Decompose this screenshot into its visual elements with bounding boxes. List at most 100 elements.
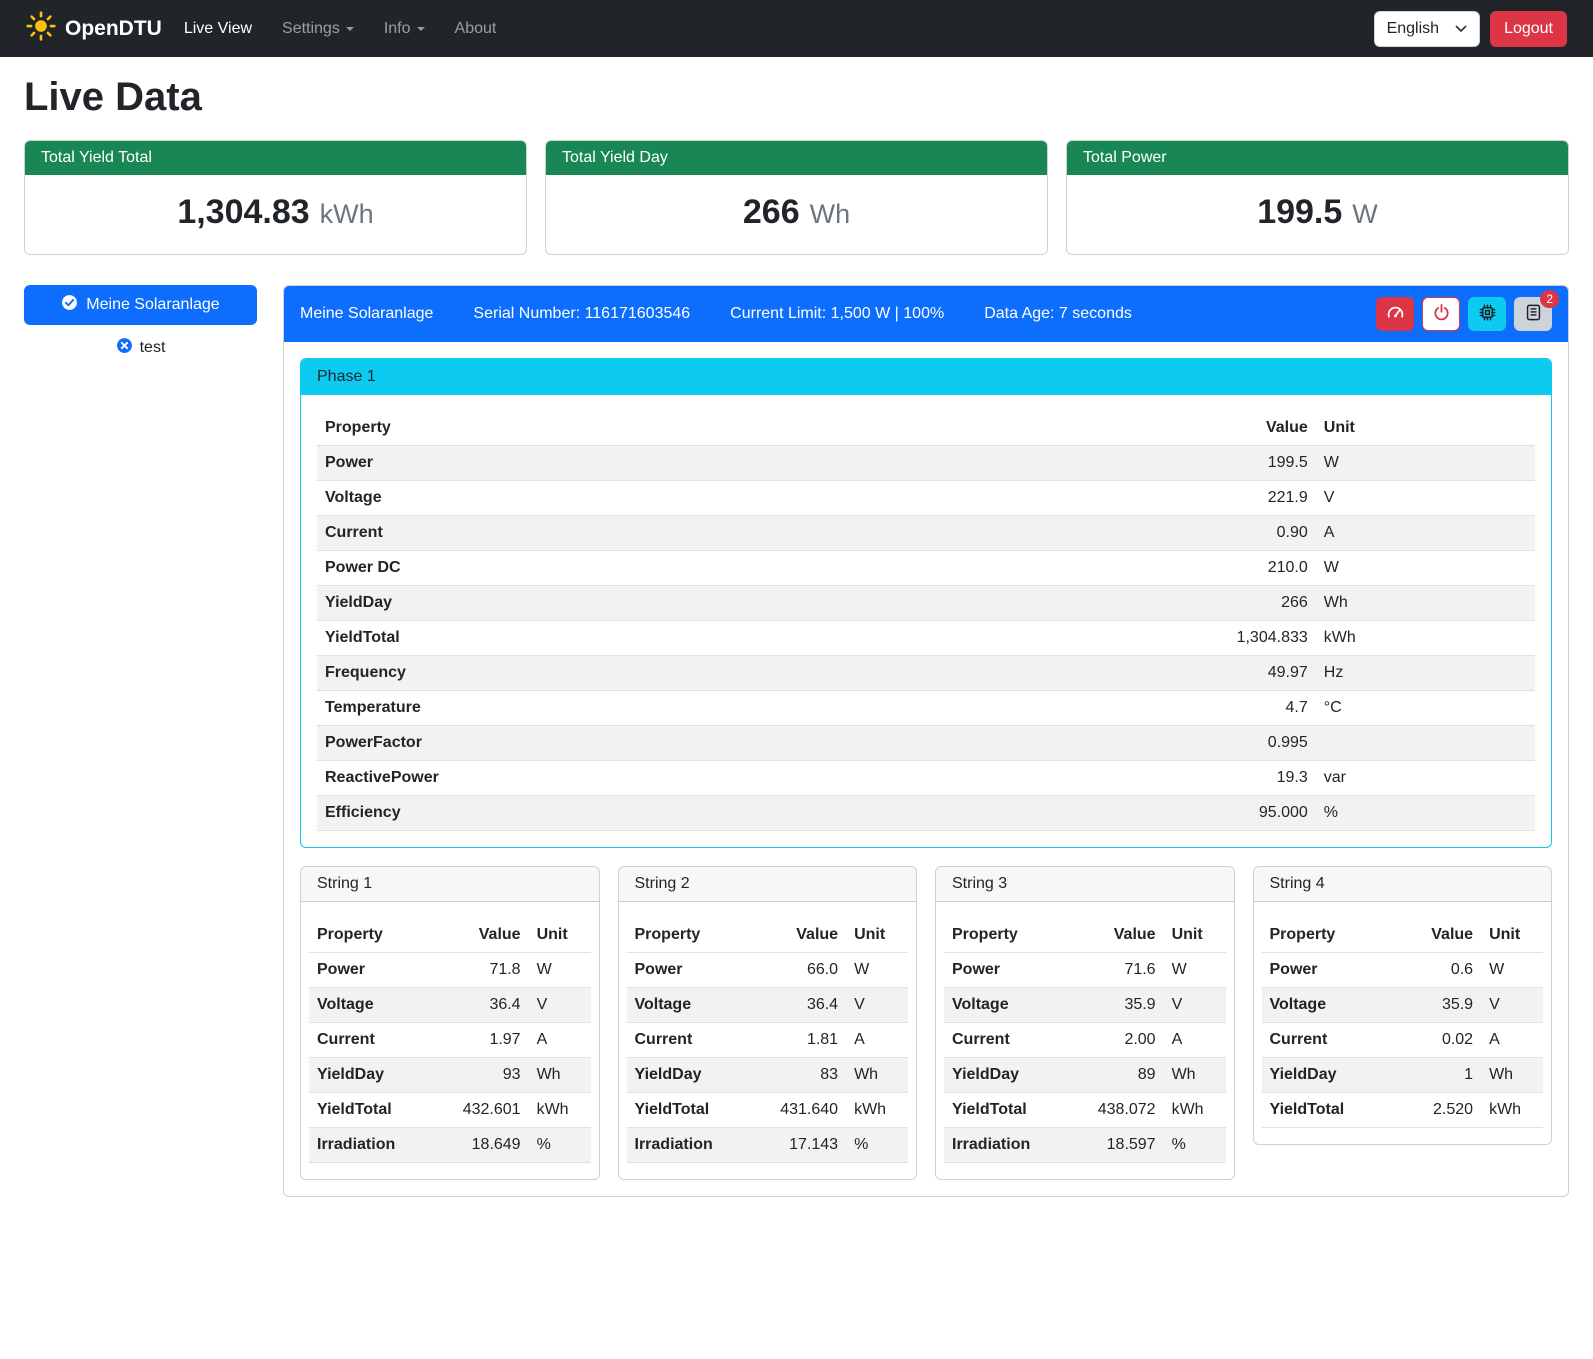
table-row: Efficiency95.000% (317, 796, 1535, 831)
property-cell: Efficiency (317, 796, 1133, 831)
value-cell: 1,304.833 (1133, 621, 1316, 656)
table-row: Current0.90A (317, 516, 1535, 551)
table-row: YieldTotal1,304.833kWh (317, 621, 1535, 656)
unit-cell: % (529, 1128, 591, 1163)
column-header-value: Value (1079, 918, 1163, 953)
property-cell: Current (1262, 1023, 1397, 1058)
sidebar-item-test[interactable]: test (116, 337, 166, 359)
property-cell: Power (627, 953, 762, 988)
nav-about[interactable]: About (455, 20, 497, 38)
phase-title: Phase 1 (301, 359, 1551, 395)
event-log-button[interactable]: 2 (1514, 297, 1552, 331)
string-body: Property Value Unit Power0.6WVoltage35.9… (1254, 902, 1552, 1144)
unit-cell: var (1316, 761, 1535, 796)
table-row: Frequency49.97Hz (317, 656, 1535, 691)
value-cell: 17.143 (762, 1128, 846, 1163)
value-cell: 36.4 (762, 988, 846, 1023)
card-total-power: Total Power 199.5 W (1066, 140, 1569, 255)
table-row: Current2.00A (944, 1023, 1226, 1058)
value-cell: 18.649 (444, 1128, 528, 1163)
power-toggle-button[interactable] (1422, 297, 1460, 331)
limit-settings-button[interactable] (1376, 297, 1414, 331)
column-header-unit: Unit (529, 918, 591, 953)
value-cell: 4.7 (1133, 691, 1316, 726)
unit-cell: kWh (1316, 621, 1535, 656)
table-row: Voltage221.9V (317, 481, 1535, 516)
table-row: YieldDay83Wh (627, 1058, 909, 1093)
page-content: Live Data Total Yield Total 1,304.83 kWh… (0, 75, 1593, 1221)
string-title: String 2 (619, 867, 917, 902)
table-row: Voltage36.4V (627, 988, 909, 1023)
sidebar-item-label: test (140, 339, 166, 357)
unit-cell: Wh (1164, 1058, 1226, 1093)
inverter-sidebar: Meine Solaranlage test (24, 285, 257, 359)
property-cell: Power (1262, 953, 1397, 988)
property-cell: Power DC (317, 551, 1133, 586)
value-cell: 438.072 (1079, 1093, 1163, 1128)
table-row: Voltage36.4V (309, 988, 591, 1023)
property-cell: Current (944, 1023, 1079, 1058)
table-row: YieldTotal431.640kWh (627, 1093, 909, 1128)
language-select[interactable]: English (1374, 11, 1480, 47)
card-body: 266 Wh (546, 175, 1047, 254)
card-total-yield-total: Total Yield Total 1,304.83 kWh (24, 140, 527, 255)
inverter-name: Meine Solaranlage (300, 305, 433, 323)
unit-cell: Hz (1316, 656, 1535, 691)
column-header-value: Value (444, 918, 528, 953)
table-row: YieldTotal438.072kWh (944, 1093, 1226, 1128)
value-cell: 1.81 (762, 1023, 846, 1058)
value-cell: 36.4 (444, 988, 528, 1023)
property-cell: Current (317, 516, 1133, 551)
value-cell: 89 (1079, 1058, 1163, 1093)
property-cell: YieldTotal (627, 1093, 762, 1128)
table-header-row: Property Value Unit (627, 918, 909, 953)
table-row: Power199.5W (317, 446, 1535, 481)
nav-live-view[interactable]: Live View (184, 20, 252, 38)
inverter-limit: Current Limit: 1,500 W | 100% (730, 305, 944, 323)
property-cell: YieldTotal (944, 1093, 1079, 1128)
string-table: Property Value Unit Power71.6WVoltage35.… (944, 918, 1226, 1163)
column-header-value: Value (762, 918, 846, 953)
unit-cell: A (529, 1023, 591, 1058)
property-cell: Power (309, 953, 444, 988)
logout-button[interactable]: Logout (1490, 11, 1567, 47)
brand[interactable]: OpenDTU (26, 11, 162, 47)
unit-cell: kWh (846, 1093, 908, 1128)
value-cell: 0.02 (1397, 1023, 1481, 1058)
value-cell: 35.9 (1397, 988, 1481, 1023)
device-info-button[interactable] (1468, 297, 1506, 331)
value-cell: 83 (762, 1058, 846, 1093)
value-cell: 266 (1133, 586, 1316, 621)
unit-cell: A (1316, 516, 1535, 551)
card-value: 199.5 (1257, 193, 1342, 232)
value-cell: 66.0 (762, 953, 846, 988)
column-header-property: Property (317, 411, 1133, 446)
property-cell: YieldTotal (1262, 1093, 1397, 1128)
table-row: Voltage35.9V (1262, 988, 1544, 1023)
unit-cell: V (846, 988, 908, 1023)
value-cell: 221.9 (1133, 481, 1316, 516)
phase-table: Property Value Unit Power199.5WVoltage22… (317, 411, 1535, 831)
unit-cell: V (1164, 988, 1226, 1023)
unit-cell: A (1481, 1023, 1543, 1058)
nav-info[interactable]: Info (384, 20, 425, 38)
table-row: ReactivePower19.3var (317, 761, 1535, 796)
value-cell: 71.8 (444, 953, 528, 988)
unit-cell: W (1164, 953, 1226, 988)
sidebar-item-label: Meine Solaranlage (86, 296, 219, 314)
table-header-row: Property Value Unit (309, 918, 591, 953)
table-header-row: Property Value Unit (1262, 918, 1544, 953)
nav-settings[interactable]: Settings (282, 20, 354, 38)
unit-cell: A (1164, 1023, 1226, 1058)
table-row: Irradiation17.143% (627, 1128, 909, 1163)
table-row: Power71.8W (309, 953, 591, 988)
chevron-down-icon (346, 27, 354, 31)
unit-cell: W (846, 953, 908, 988)
sidebar-item-meine-solaranlage[interactable]: Meine Solaranlage (24, 285, 257, 325)
unit-cell: kWh (529, 1093, 591, 1128)
value-cell: 0.90 (1133, 516, 1316, 551)
speedometer-icon (1386, 303, 1405, 325)
phase-card: Phase 1 Property Value Unit Power199.5WV… (300, 358, 1552, 848)
unit-cell: kWh (1481, 1093, 1543, 1128)
string-card-2: String 2 Property Value Unit (618, 866, 918, 1180)
